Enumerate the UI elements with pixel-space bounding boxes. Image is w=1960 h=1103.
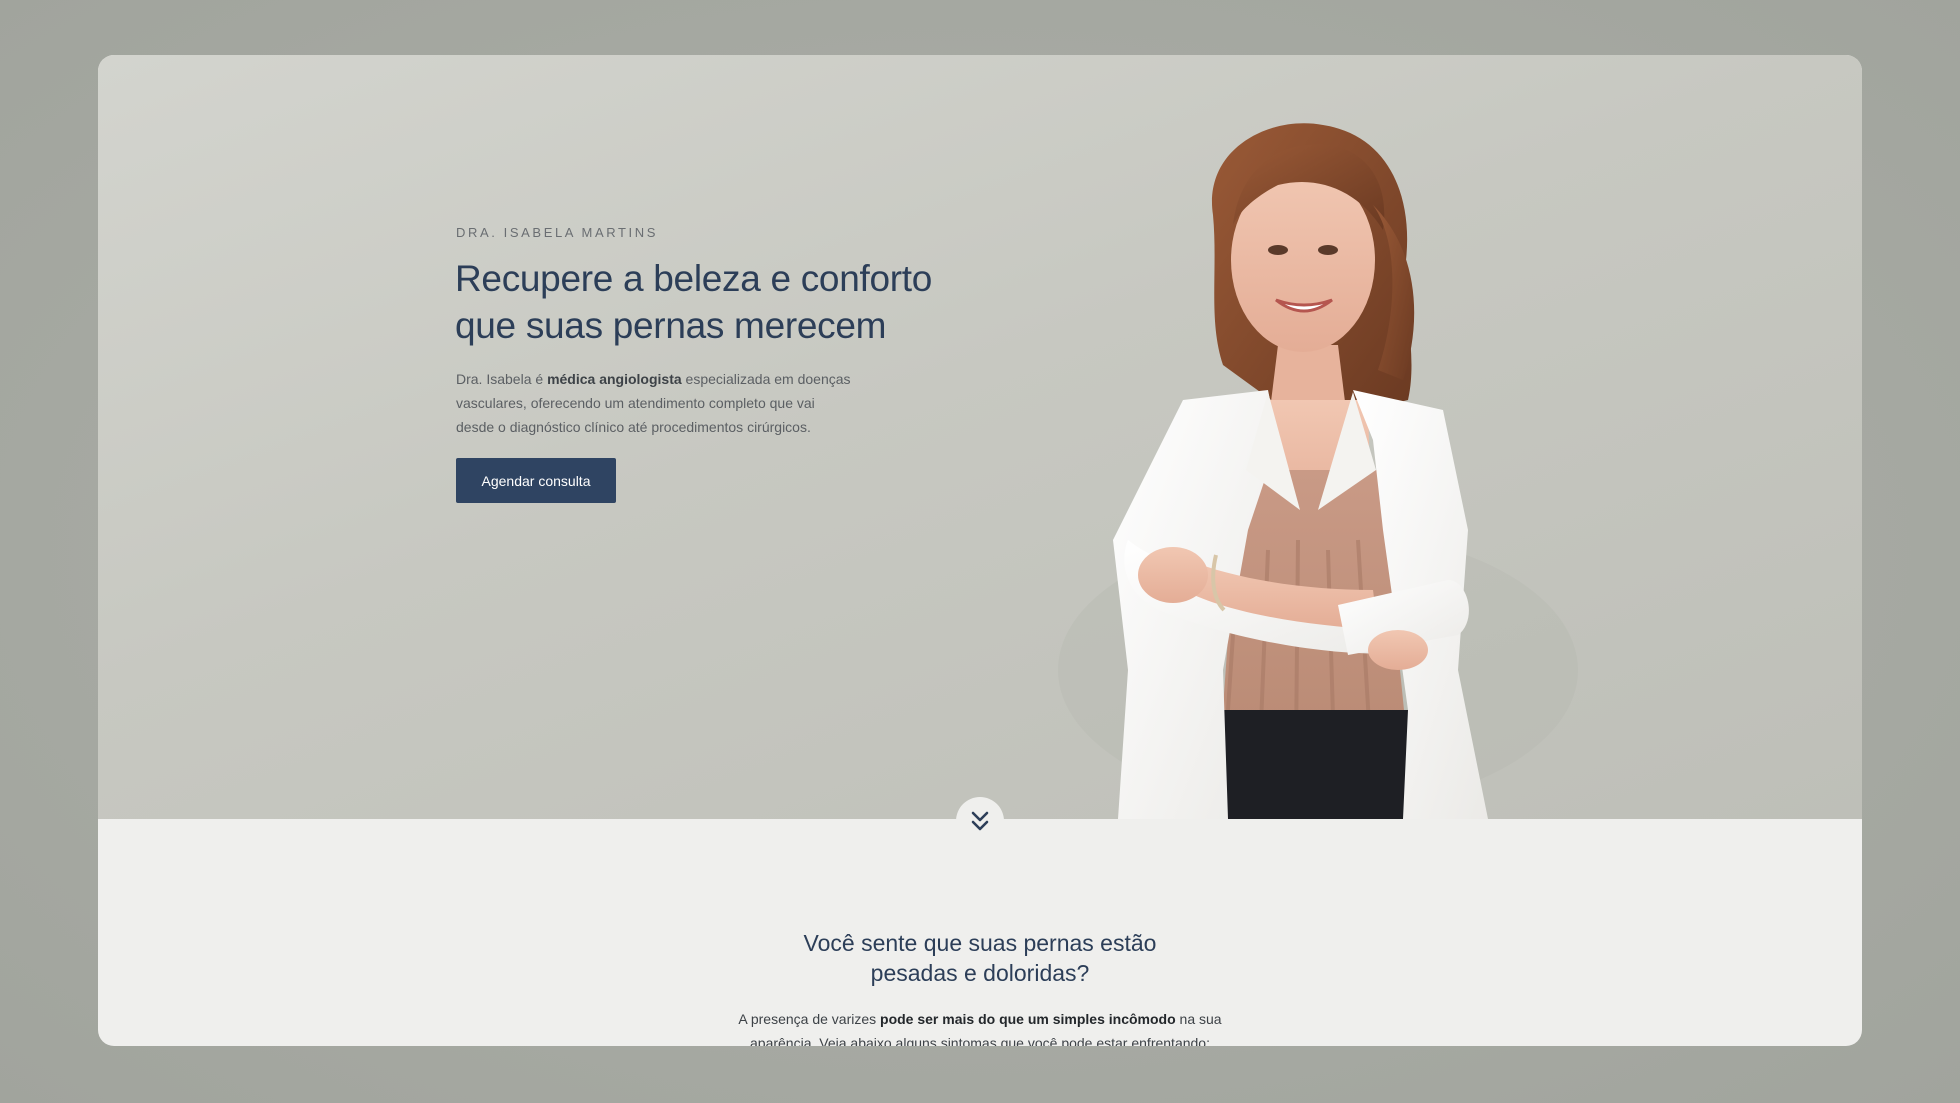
symptoms-section-text: A presença de varizes pode ser mais do q… <box>98 1007 1862 1046</box>
symptoms-text-post: na sua <box>1175 1011 1222 1027</box>
doctor-name-eyebrow: DRA. ISABELA MARTINS <box>456 225 659 240</box>
symptoms-text-bold: pode ser mais do que um simples incômodo <box>880 1011 1176 1027</box>
desc-text-mid: especializada em doenças <box>681 371 851 387</box>
symptoms-section-title: Você sente que suas pernas estão pesadas… <box>98 928 1862 988</box>
desc-line-3: desde o diagnóstico clínico até procedim… <box>456 419 811 435</box>
headline-line-1: Recupere a beleza e conforto <box>455 258 933 299</box>
symptoms-title-line-1: Você sente que suas pernas estão <box>803 930 1157 956</box>
headline-line-2: que suas pernas merecem <box>455 305 887 346</box>
landing-page-card: DRA. ISABELA MARTINS Recupere a beleza e… <box>98 55 1862 1046</box>
desc-text-pre: Dra. Isabela é <box>456 371 548 387</box>
symptoms-title-line-2: pesadas e doloridas? <box>870 960 1090 986</box>
desc-text-bold: médica angiologista <box>547 371 682 387</box>
desc-line-2: vasculares, oferecendo um atendimento co… <box>456 395 815 411</box>
doctor-portrait <box>1058 123 1578 819</box>
schedule-appointment-button[interactable]: Agendar consulta <box>456 458 616 503</box>
hero-description: Dra. Isabela é médica angiologista espec… <box>456 367 896 439</box>
hero-section: DRA. ISABELA MARTINS Recupere a beleza e… <box>98 55 1862 819</box>
symptoms-text-pre: A presença de varizes <box>738 1011 881 1027</box>
page-background: DRA. ISABELA MARTINS Recupere a beleza e… <box>0 0 1960 1103</box>
scroll-down-button[interactable] <box>956 797 1004 845</box>
hero-headline: Recupere a beleza e conforto que suas pe… <box>455 255 1055 349</box>
symptoms-text-line-2: aparência. Veja abaixo alguns sintomas q… <box>750 1035 1210 1046</box>
double-chevron-down-icon <box>971 811 989 831</box>
